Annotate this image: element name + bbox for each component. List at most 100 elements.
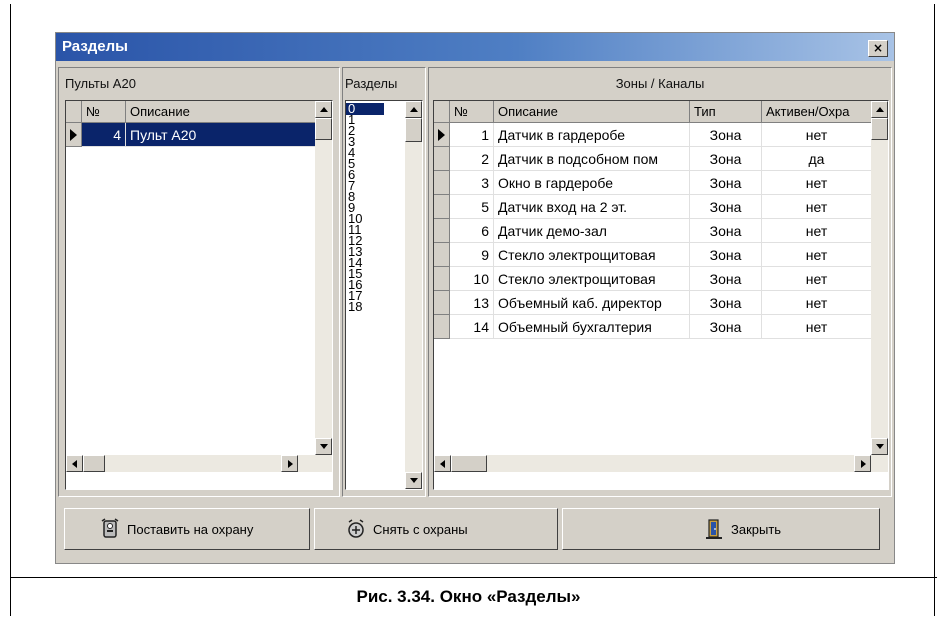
zones-hscroll[interactable] — [434, 455, 888, 472]
zone-num: 14 — [450, 315, 494, 339]
zone-type: Зона — [690, 219, 762, 243]
zone-row[interactable]: 9 Стекло электрощитовая Зона нет — [450, 243, 872, 267]
zone-num: 2 — [450, 147, 494, 171]
zone-num: 5 — [450, 195, 494, 219]
close-button[interactable]: Закрыть — [562, 508, 880, 550]
console-num: 4 — [82, 123, 126, 147]
scroll-right-button[interactable] — [854, 455, 871, 472]
zone-row[interactable]: 6 Датчик демо-зал Зона нет — [450, 219, 872, 243]
scroll-right-button[interactable] — [281, 455, 298, 472]
consoles-grid: № Описание 4 Пульт А20 — [65, 100, 333, 490]
zone-type: Зона — [690, 291, 762, 315]
zone-active: нет — [762, 291, 872, 315]
zone-desc: Датчик демо-зал — [494, 219, 690, 243]
row-indicator — [434, 291, 450, 315]
arrow-down-icon — [410, 478, 418, 483]
scroll-left-button[interactable] — [66, 455, 83, 472]
console-desc: Пульт А20 — [126, 123, 316, 147]
scroll-thumb[interactable] — [451, 455, 487, 472]
zone-desc: Стекло электрощитовая — [494, 243, 690, 267]
row-indicator — [434, 147, 450, 171]
scroll-up-button[interactable] — [315, 101, 332, 118]
zones-vscroll[interactable] — [871, 101, 888, 455]
zone-row[interactable]: 1 Датчик в гардеробе Зона нет — [450, 123, 872, 147]
arrow-up-icon — [876, 107, 884, 112]
consoles-panel-title: Пульты А20 — [65, 76, 136, 91]
scroll-thumb[interactable] — [871, 118, 888, 140]
zone-desc: Объемный каб. директор — [494, 291, 690, 315]
separator-line — [10, 577, 937, 578]
row-indicator — [434, 267, 450, 291]
row-indicator — [434, 171, 450, 195]
zones-panel-title: Зоны / Каналы — [615, 76, 705, 91]
close-icon: × — [872, 41, 884, 55]
zone-type: Зона — [690, 123, 762, 147]
scroll-down-button[interactable] — [315, 438, 332, 455]
zone-type: Зона — [690, 147, 762, 171]
col-header-active[interactable]: Активен/Охра — [762, 101, 872, 123]
close-window-button[interactable]: × — [868, 40, 888, 57]
zone-type: Зона — [690, 315, 762, 339]
consoles-hscroll[interactable] — [66, 455, 332, 472]
arm-button-label: Поставить на охрану — [127, 522, 254, 537]
scroll-thumb[interactable] — [315, 118, 332, 140]
row-indicator — [434, 315, 450, 339]
col-header-type[interactable]: Тип — [690, 101, 762, 123]
zone-row[interactable]: 3 Окно в гардеробе Зона нет — [450, 171, 872, 195]
sections-window: Разделы × Пульты А20 № Описание 4 Пульт … — [55, 32, 895, 564]
disarm-button[interactable]: Снять с охраны — [314, 508, 558, 550]
scroll-thumb[interactable] — [83, 455, 105, 472]
zone-type: Зона — [690, 171, 762, 195]
shield-arm-icon — [101, 518, 119, 538]
consoles-panel: Пульты А20 № Описание 4 Пульт А20 — [58, 67, 340, 497]
arrow-down-icon — [876, 444, 884, 449]
scroll-up-button[interactable] — [405, 101, 422, 118]
title-bar[interactable]: Разделы × — [56, 33, 894, 61]
current-row-icon — [70, 129, 77, 141]
consoles-vscroll[interactable] — [315, 101, 332, 455]
col-header-num[interactable]: № — [450, 101, 494, 123]
col-header-desc[interactable]: Описание — [494, 101, 690, 123]
zone-desc: Датчик в гардеробе — [494, 123, 690, 147]
row-indicator — [66, 123, 82, 147]
zone-row[interactable]: 2 Датчик в подсобном пом Зона да — [450, 147, 872, 171]
scroll-up-button[interactable] — [871, 101, 888, 118]
arrow-right-icon — [288, 460, 293, 468]
sections-list[interactable]: 0 1 2 3 4 5 6 7 8 9 10 11 12 13 14 15 16… — [345, 100, 423, 490]
arm-button[interactable]: Поставить на охрану — [64, 508, 310, 550]
close-button-label: Закрыть — [731, 522, 782, 537]
zone-active: да — [762, 147, 872, 171]
zone-num: 1 — [450, 123, 494, 147]
grid-corner — [434, 101, 450, 123]
zones-grid: № Описание Тип Активен/Охра 1 Датчик в г… — [433, 100, 889, 490]
col-header-num[interactable]: № — [82, 101, 126, 123]
console-row[interactable]: 4 Пульт А20 — [82, 123, 316, 147]
col-header-desc[interactable]: Описание — [126, 101, 316, 123]
row-indicator — [434, 219, 450, 243]
scroll-down-button[interactable] — [871, 438, 888, 455]
arrow-left-icon — [440, 460, 445, 468]
row-indicator — [434, 243, 450, 267]
scroll-left-button[interactable] — [434, 455, 451, 472]
door-exit-icon — [706, 519, 722, 539]
scroll-thumb[interactable] — [405, 118, 422, 142]
section-item[interactable]: 18 — [346, 300, 406, 313]
sections-vscroll[interactable] — [405, 101, 422, 489]
current-row-icon — [438, 129, 445, 141]
zone-type: Зона — [690, 243, 762, 267]
zone-active: нет — [762, 171, 872, 195]
zones-panel: Зоны / Каналы № Описание Тип Активен/Охр… — [428, 67, 892, 497]
arrow-up-icon — [410, 107, 418, 112]
scroll-down-button[interactable] — [405, 472, 422, 489]
zone-row[interactable]: 13 Объемный каб. директор Зона нет — [450, 291, 872, 315]
zone-num: 9 — [450, 243, 494, 267]
grid-corner — [66, 101, 82, 123]
zone-row[interactable]: 14 Объемный бухгалтерия Зона нет — [450, 315, 872, 339]
arrow-down-icon — [320, 444, 328, 449]
zone-row[interactable]: 5 Датчик вход на 2 эт. Зона нет — [450, 195, 872, 219]
zone-row[interactable]: 10 Стекло электрощитовая Зона нет — [450, 267, 872, 291]
zone-desc: Объемный бухгалтерия — [494, 315, 690, 339]
zone-active: нет — [762, 195, 872, 219]
zone-type: Зона — [690, 195, 762, 219]
zone-num: 3 — [450, 171, 494, 195]
